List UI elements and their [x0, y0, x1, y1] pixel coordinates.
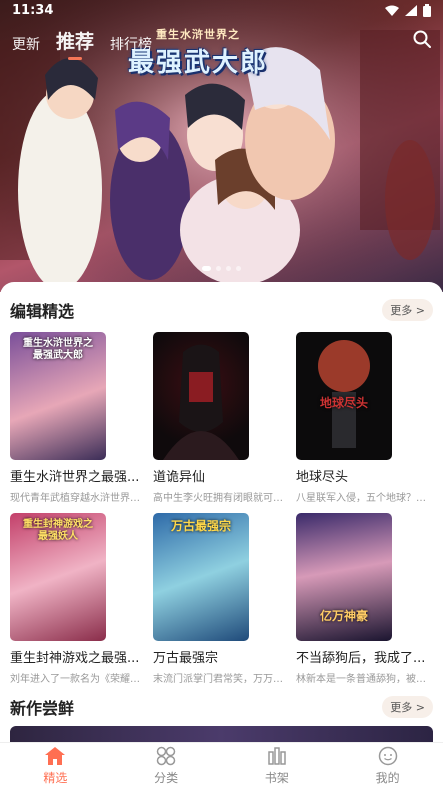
hero-banner[interactable]: 11:34 更新 推荐 排行榜 重生水浒世界之 最强武大郎	[0, 0, 443, 292]
comic-title: 万古最强宗	[153, 651, 219, 666]
comic-card[interactable]: 道诡异仙 高中生李火旺拥有闭眼就可以...	[153, 332, 283, 504]
comic-card[interactable]: 重生水浒世界之 最强武大郎 重生水浒世界之最强... 现代青年武植穿越水浒世界与…	[10, 332, 140, 504]
tab-categories[interactable]: 分类	[111, 743, 222, 789]
cover-title-text: 地球尽头	[319, 396, 368, 410]
comic-card[interactable]: 万古最强宗 万古最强宗 末流门派掌门君常笑，万万没...	[153, 513, 283, 685]
bookshelf-icon	[268, 747, 286, 765]
tab-recommended[interactable]: 推荐	[56, 27, 94, 58]
comic-description: 八星联军入侵，五个地球？五...	[296, 493, 426, 504]
tab-bookshelf[interactable]: 书架	[222, 743, 333, 789]
comic-cover: 重生水浒世界之 最强武大郎	[10, 332, 106, 460]
top-navigation: 更新 推荐 排行榜	[0, 22, 443, 58]
tab-bookshelf-label: 书架	[264, 771, 289, 785]
comic-title: 重生水浒世界之最强...	[10, 470, 140, 485]
carousel-dot[interactable]	[202, 266, 211, 271]
tab-profile[interactable]: 我的	[332, 743, 443, 789]
editor-picks-more-button[interactable]: 更多 >	[382, 299, 433, 321]
comic-card[interactable]: 亿万神豪 不当舔狗后，我成了... 林新本是一条普通舔狗，被甩...	[296, 513, 426, 685]
comic-description: 现代青年武植穿越水浒世界与...	[10, 493, 140, 504]
carousel-dot[interactable]	[216, 266, 221, 271]
comic-cover: 亿万神豪	[296, 513, 392, 641]
cover-title-text: 亿万神豪	[319, 609, 368, 623]
comic-description: 末流门派掌门君常笑，万万没...	[153, 674, 283, 685]
cover-art	[163, 344, 239, 460]
new-works-banner[interactable]	[10, 726, 433, 742]
wifi-icon	[385, 5, 399, 16]
carousel-indicator	[0, 266, 443, 271]
tab-ranking[interactable]: 排行榜	[110, 34, 152, 58]
comic-description: 高中生李火旺拥有闭眼就可以...	[153, 493, 283, 504]
search-icon[interactable]	[413, 30, 431, 58]
comic-title: 不当舔狗后，我成了...	[296, 651, 426, 666]
main-content: 编辑精选 更多 > 重生水浒世界之 最强武大郎 重生水浒世界之最强... 现代青…	[0, 282, 443, 742]
cover-title-text: 万古最强宗	[170, 519, 231, 533]
cover-title-text: 重生水浒世界之 最强武大郎	[23, 338, 93, 361]
carousel-dot[interactable]	[236, 266, 241, 271]
comic-title: 地球尽头	[296, 470, 349, 485]
bottom-tab-bar: 精选 分类 书架 我的	[0, 742, 443, 789]
category-icon	[156, 746, 176, 766]
comic-cover	[153, 332, 249, 460]
comic-description: 林新本是一条普通舔狗，被甩...	[296, 674, 426, 685]
comic-cover: 地球尽头	[296, 332, 392, 460]
comic-card[interactable]: 地球尽头 地球尽头 八星联军入侵，五个地球？五...	[296, 332, 426, 504]
carousel-dot[interactable]	[226, 266, 231, 271]
status-bar: 11:34	[0, 0, 443, 20]
tab-categories-label: 分类	[154, 771, 179, 785]
editor-picks-header: 编辑精选 更多 >	[10, 298, 433, 322]
tab-featured-label: 精选	[43, 771, 68, 785]
new-works-title: 新作尝鲜	[10, 699, 75, 718]
cover-title-text: 重生封神游戏之 最强妖人	[23, 519, 93, 542]
tab-updates[interactable]: 更新	[12, 34, 40, 58]
home-icon	[45, 747, 66, 765]
new-works-header: 新作尝鲜 更多 >	[10, 695, 433, 719]
comic-cover: 万古最强宗	[153, 513, 249, 641]
signal-icon	[405, 4, 417, 16]
profile-icon	[378, 746, 397, 766]
comic-description: 刘年进入了一款名为《荣耀大...	[10, 674, 140, 685]
tab-profile-label: 我的	[375, 771, 400, 785]
comic-title: 重生封神游戏之最强...	[10, 651, 140, 666]
status-icons	[385, 3, 431, 17]
comic-cover: 重生封神游戏之 最强妖人	[10, 513, 106, 641]
battery-icon	[423, 3, 431, 17]
status-time: 11:34	[12, 2, 54, 18]
new-works-more-button[interactable]: 更多 >	[382, 696, 433, 718]
comic-title: 道诡异仙	[153, 470, 206, 485]
editor-picks-title: 编辑精选	[10, 302, 75, 321]
tab-featured[interactable]: 精选	[0, 743, 111, 789]
comic-card[interactable]: 重生封神游戏之 最强妖人 重生封神游戏之最强... 刘年进入了一款名为《荣耀大.…	[10, 513, 140, 685]
